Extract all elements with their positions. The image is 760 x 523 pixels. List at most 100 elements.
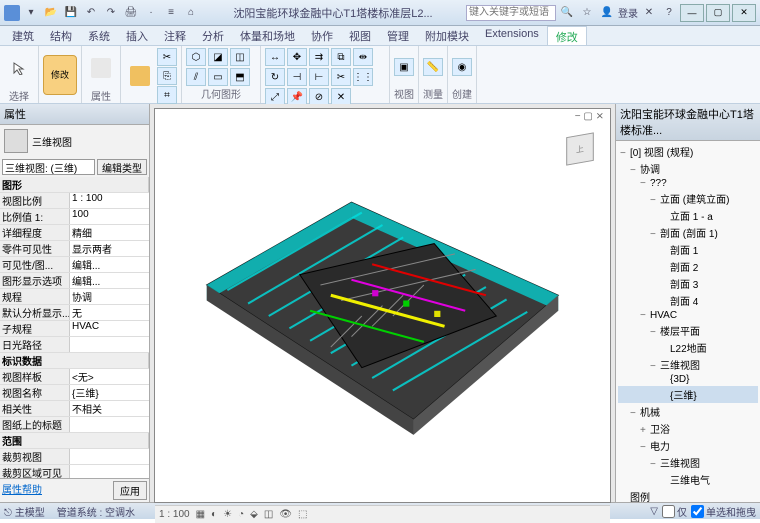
help-icon[interactable]: ? xyxy=(660,4,678,22)
tree-node[interactable]: 图例 xyxy=(618,488,758,502)
apply-button[interactable]: 应用 xyxy=(113,481,147,500)
search-input[interactable] xyxy=(466,5,556,21)
model-3d-view[interactable] xyxy=(155,109,610,502)
prop-row[interactable]: 规程协调 xyxy=(0,289,149,305)
tree-node[interactable]: −??? xyxy=(618,177,758,190)
status-only-chk[interactable]: 仅 xyxy=(662,504,687,519)
tree-node[interactable]: −[0] 视图 (规程) xyxy=(618,143,758,160)
measure-icon[interactable]: ≡ xyxy=(162,4,180,22)
status-drag-chk[interactable]: 单选和拖曳 xyxy=(691,504,756,519)
ribbon-tab-9[interactable]: 管理 xyxy=(379,26,417,45)
save-icon[interactable]: 💾 xyxy=(62,4,80,22)
tree-node[interactable]: 立面 1 - a xyxy=(618,207,758,224)
cope-icon[interactable]: ⬡ xyxy=(186,48,206,66)
tree-node[interactable]: −机械 xyxy=(618,403,758,420)
user-icon[interactable]: 👤 xyxy=(598,4,616,22)
prop-row[interactable]: 零件可见性显示两者 xyxy=(0,241,149,257)
status-workset[interactable]: ⎋ 主模型 xyxy=(4,504,45,519)
array-icon[interactable]: ⋮⋮ xyxy=(353,68,373,86)
prop-row[interactable]: 视图比例1 : 100 xyxy=(0,193,149,209)
tree-node[interactable]: 剖面 4 xyxy=(618,292,758,309)
view-win-controls[interactable]: − ▢ ⨯ xyxy=(575,111,604,122)
maximize-button[interactable]: ▢ xyxy=(706,4,730,22)
tree-node[interactable]: −三维视图 xyxy=(618,356,758,373)
select-tool[interactable] xyxy=(4,48,34,88)
demo-icon[interactable]: ⬒ xyxy=(230,68,250,86)
modify-tool[interactable]: 修改 xyxy=(43,55,77,95)
prop-row[interactable]: 子规程HVAC xyxy=(0,321,149,337)
ribbon-tab-11[interactable]: Extensions xyxy=(477,26,547,45)
view-cube[interactable]: 上 xyxy=(560,129,600,169)
align-icon[interactable]: ↔ xyxy=(265,48,285,66)
print-icon[interactable]: 🖨 xyxy=(122,4,140,22)
tree-node[interactable]: {3D} xyxy=(618,373,758,386)
cut-geom-icon[interactable]: ◪ xyxy=(208,48,228,66)
ribbon-tab-1[interactable]: 结构 xyxy=(42,26,80,45)
ribbon-tab-5[interactable]: 分析 xyxy=(194,26,232,45)
wall-icon[interactable]: ▭ xyxy=(208,68,228,86)
status-filter[interactable]: ▽ xyxy=(650,504,658,519)
tree-node[interactable]: −电力 xyxy=(618,437,758,454)
prop-row[interactable]: 视图样板<无> xyxy=(0,369,149,385)
comm-icon[interactable]: ☆ xyxy=(578,4,596,22)
ribbon-tab-3[interactable]: 插入 xyxy=(118,26,156,45)
measure-tool[interactable]: 📏 xyxy=(423,58,443,76)
mirror-icon[interactable]: ⇹ xyxy=(353,48,373,66)
ribbon-tab-4[interactable]: 注释 xyxy=(156,26,194,45)
properties-tool[interactable] xyxy=(86,48,116,88)
prop-row[interactable]: 图纸上的标题 xyxy=(0,417,149,433)
view-window[interactable]: − ▢ ⨯ 上 xyxy=(154,108,611,503)
join-icon[interactable]: ◫ xyxy=(230,48,250,66)
tree-node[interactable]: −楼层平面 xyxy=(618,322,758,339)
redo-icon[interactable]: ↷ xyxy=(102,4,120,22)
properties-help-link[interactable]: 属性帮助 xyxy=(2,481,42,500)
move-icon[interactable]: ✥ xyxy=(287,48,307,66)
tree-node[interactable]: 剖面 3 xyxy=(618,275,758,292)
create-tool[interactable]: ◉ xyxy=(452,58,472,76)
tree-node[interactable]: {三维} xyxy=(618,386,758,403)
qat-menu[interactable]: ▾ xyxy=(22,4,40,22)
home-icon[interactable]: ⌂ xyxy=(182,4,200,22)
exchange-icon[interactable]: ✕ xyxy=(640,4,658,22)
offset-icon[interactable]: ⇉ xyxy=(309,48,329,66)
properties-grid[interactable]: 图形视图比例1 : 100比例值 1:100详细程度精细零件可见性显示两者可见性… xyxy=(0,177,149,478)
view-tool[interactable]: ▣ xyxy=(394,58,414,76)
open-icon[interactable]: 📂 xyxy=(42,4,60,22)
tree-node[interactable]: 三维电气 xyxy=(618,471,758,488)
ribbon-tab-2[interactable]: 系统 xyxy=(80,26,118,45)
prop-row[interactable]: 视图名称{三维} xyxy=(0,385,149,401)
prop-row[interactable]: 默认分析显示...无 xyxy=(0,305,149,321)
tree-node[interactable]: L22地面 xyxy=(618,339,758,356)
prop-row[interactable]: 相关性不相关 xyxy=(0,401,149,417)
close-button[interactable]: ✕ xyxy=(732,4,756,22)
tree-node[interactable]: −HVAC xyxy=(618,309,758,322)
prop-group[interactable]: 标识数据 xyxy=(0,353,149,369)
ribbon-tab-7[interactable]: 协作 xyxy=(303,26,341,45)
tree-node[interactable]: 剖面 2 xyxy=(618,258,758,275)
tree-node[interactable]: +卫浴 xyxy=(618,420,758,437)
match-icon[interactable]: ⌗ xyxy=(157,86,177,104)
login-link[interactable]: 登录 xyxy=(618,5,638,20)
prop-row[interactable]: 裁剪区域可见 xyxy=(0,465,149,478)
tree-node[interactable]: −三维视图 xyxy=(618,454,758,471)
instance-selector[interactable]: 三维视图: (三维) xyxy=(2,159,95,175)
search-icon[interactable]: 🔍 xyxy=(558,4,576,22)
prop-row[interactable]: 图形显示选项编辑... xyxy=(0,273,149,289)
prop-row[interactable]: 详细程度精细 xyxy=(0,225,149,241)
prop-row[interactable]: 日光路径 xyxy=(0,337,149,353)
split2-icon[interactable]: ✂ xyxy=(331,68,351,86)
trim-icon[interactable]: ⊣ xyxy=(287,68,307,86)
ribbon-tab-12[interactable]: 修改 xyxy=(547,26,587,45)
prop-row[interactable]: 比例值 1:100 xyxy=(0,209,149,225)
prop-row[interactable]: 可见性/图...编辑... xyxy=(0,257,149,273)
prop-row[interactable]: 裁剪视图 xyxy=(0,449,149,465)
prop-group[interactable]: 图形 xyxy=(0,177,149,193)
tree-node[interactable]: −立面 (建筑立面) xyxy=(618,190,758,207)
tree-node[interactable]: −剖面 (剖面 1) xyxy=(618,224,758,241)
split-icon[interactable]: ⫽ xyxy=(186,68,206,86)
edit-type-button[interactable]: 编辑类型 xyxy=(97,159,147,175)
ribbon-tab-0[interactable]: 建筑 xyxy=(4,26,42,45)
paste-tool[interactable] xyxy=(125,56,155,96)
copy-icon[interactable]: ⎘ xyxy=(157,67,177,85)
ribbon-tab-6[interactable]: 体量和场地 xyxy=(232,26,303,45)
